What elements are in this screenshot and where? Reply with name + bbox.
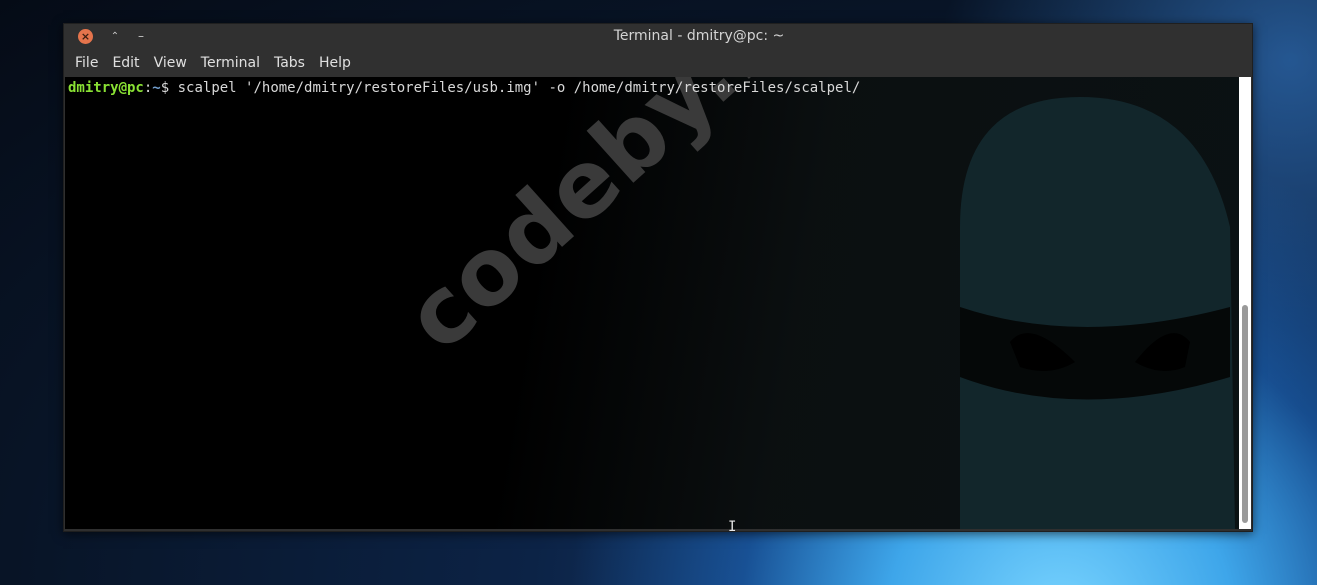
prompt-user: dmitry@pc	[68, 80, 144, 96]
terminal-output[interactable]: codeby.net dmitry@pc:~$ scalpel '/home/d…	[65, 77, 1239, 529]
text-cursor-icon: I	[728, 519, 737, 535]
menu-view[interactable]: View	[147, 50, 194, 77]
menu-help[interactable]: Help	[312, 50, 358, 77]
menu-tabs[interactable]: Tabs	[267, 50, 312, 77]
command-text: scalpel '/home/dmitry/restoreFiles/usb.i…	[169, 80, 861, 96]
menu-file[interactable]: File	[68, 50, 105, 77]
terminal-window[interactable]: × ⌃ – Terminal - dmitry@pc: ~ File Edit …	[63, 23, 1253, 532]
vertical-scrollbar[interactable]	[1239, 77, 1251, 529]
ghost-mascot-image	[960, 97, 1235, 529]
title-bar[interactable]: × ⌃ – Terminal - dmitry@pc: ~	[64, 24, 1252, 50]
menu-terminal[interactable]: Terminal	[194, 50, 267, 77]
menu-edit[interactable]: Edit	[105, 50, 146, 77]
prompt-symbol: $	[160, 80, 170, 96]
command-line[interactable]: dmitry@pc:~$ scalpel '/home/dmitry/resto…	[68, 79, 860, 97]
scrollbar-thumb[interactable]	[1242, 305, 1248, 523]
window-title: Terminal - dmitry@pc: ~	[613, 28, 785, 44]
menu-bar: File Edit View Terminal Tabs Help	[64, 50, 1252, 77]
prompt-path: ~	[152, 80, 161, 96]
